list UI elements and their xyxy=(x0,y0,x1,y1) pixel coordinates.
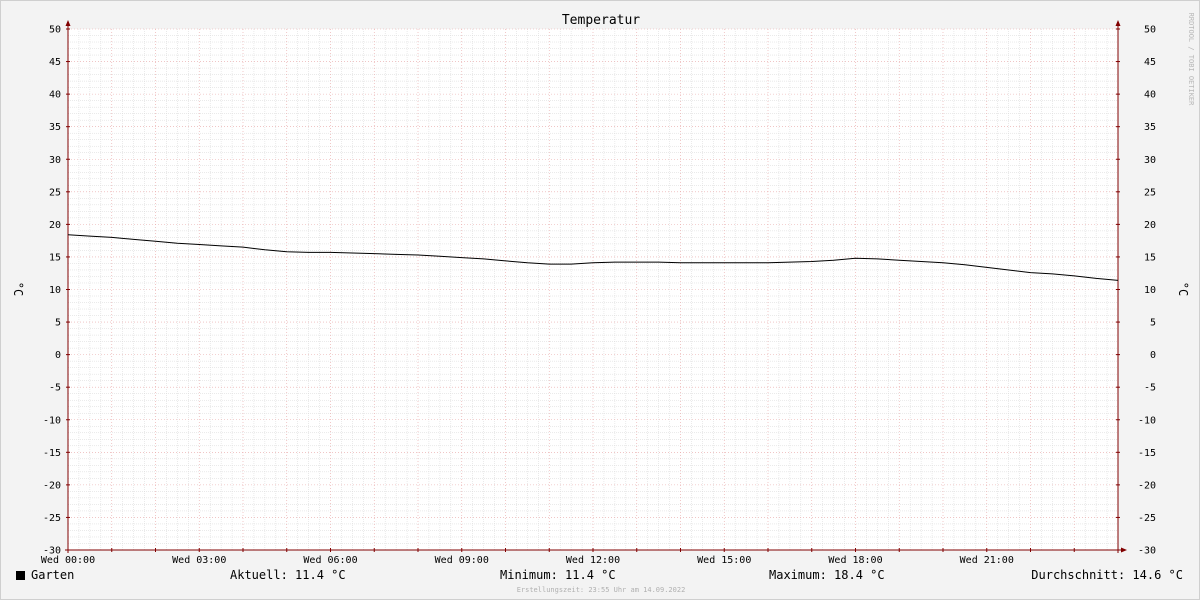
x-tick-label: Wed 18:00 xyxy=(828,555,882,566)
y-tick-label: -30 xyxy=(1138,546,1156,557)
y-tick-label: -15 xyxy=(1138,448,1156,459)
legend-minimum: Minimum: 11.4 °C xyxy=(500,568,616,582)
y-tick-label: -25 xyxy=(43,513,61,524)
x-axis-arrow xyxy=(1121,547,1127,553)
y-tick-label: -5 xyxy=(49,383,61,394)
y-tick-label: 35 xyxy=(49,122,61,133)
temperature-chart: 50454035302520151050-5-10-15-20-25-30 50… xyxy=(11,13,1195,566)
x-tick-label: Wed 06:00 xyxy=(303,555,357,566)
y-tick-label: -10 xyxy=(43,415,61,426)
x-tick-labels: Wed 00:00 Wed 03:00 Wed 06:00 Wed 09:00 Wed … xyxy=(41,555,1014,566)
y-tick-label: -15 xyxy=(43,448,61,459)
legend-swatch-garten xyxy=(16,571,25,580)
y-tick-label: 45 xyxy=(49,57,61,68)
y-tick-label: 5 xyxy=(1150,318,1156,329)
y-tick-label: 25 xyxy=(1144,187,1156,198)
x-tick-label: Wed 15:00 xyxy=(697,555,751,566)
y-tick-label: 50 xyxy=(1144,25,1156,36)
y-tick-label: 10 xyxy=(1144,285,1156,296)
y-tick-label: -25 xyxy=(1138,513,1156,524)
chart-title: Temperatur xyxy=(562,13,640,28)
y-tick-labels-left: 50454035302520151050-5-10-15-20-25-30 xyxy=(43,25,61,557)
x-tick-label: Wed 03:00 xyxy=(172,555,226,566)
y-tick-label: 30 xyxy=(49,155,61,166)
legend-series-label: Garten xyxy=(31,568,75,582)
y-tick-label: 0 xyxy=(1150,350,1156,361)
y-tick-label: -5 xyxy=(1144,383,1156,394)
x-tick-label: Wed 00:00 xyxy=(41,555,95,566)
legend-maximum: Maximum: 18.4 °C xyxy=(769,568,885,582)
y-tick-label: 10 xyxy=(49,285,61,296)
legend-aktuell: Aktuell: 11.4 °C xyxy=(230,568,346,582)
chart-frame: 50 45 40 35 30 25 20 15 10 5 0 -5 -10 -15 -20 -25 -30 50… xyxy=(0,0,1200,600)
y-tick-label: -10 xyxy=(1138,415,1156,426)
x-tick-label: Wed 21:00 xyxy=(960,555,1014,566)
y-axis-label-left: °C xyxy=(11,282,25,296)
x-tick-label: Wed 09:00 xyxy=(435,555,489,566)
y-tick-label: 5 xyxy=(55,318,61,329)
y-axis-left-arrow xyxy=(65,20,71,26)
y-axis-right-arrow xyxy=(1115,20,1121,26)
y-tick-label: 50 xyxy=(49,25,61,36)
y-tick-label: 40 xyxy=(1144,90,1156,101)
y-axis-label-right: °C xyxy=(1176,282,1190,296)
y-tick-label: 15 xyxy=(49,252,61,263)
y-tick-labels-right: 50454035302520151050-5-10-15-20-25-30 xyxy=(1138,25,1156,557)
y-tick-label: 25 xyxy=(49,187,61,198)
y-tick-label: 35 xyxy=(1144,122,1156,133)
y-tick-label: -20 xyxy=(43,480,61,491)
y-tick-label: -20 xyxy=(1138,480,1156,491)
y-tick-label: 20 xyxy=(1144,220,1156,231)
legend-durchschnitt: Durchschnitt: 14.6 °C xyxy=(1031,568,1183,582)
y-tick-label: 15 xyxy=(1144,252,1156,263)
x-tick-label: Wed 12:00 xyxy=(566,555,620,566)
rrdtool-watermark: RRDTOOL / TOBI OETIKER xyxy=(1187,13,1195,107)
y-tick-label: 30 xyxy=(1144,155,1156,166)
y-tick-label: 0 xyxy=(55,350,61,361)
y-tick-label: 20 xyxy=(49,220,61,231)
creation-time-footer: Erstellungszeit: 23:55 Uhr am 14.09.2022 xyxy=(516,586,686,594)
y-tick-label: 45 xyxy=(1144,57,1156,68)
y-tick-label: 40 xyxy=(49,90,61,101)
